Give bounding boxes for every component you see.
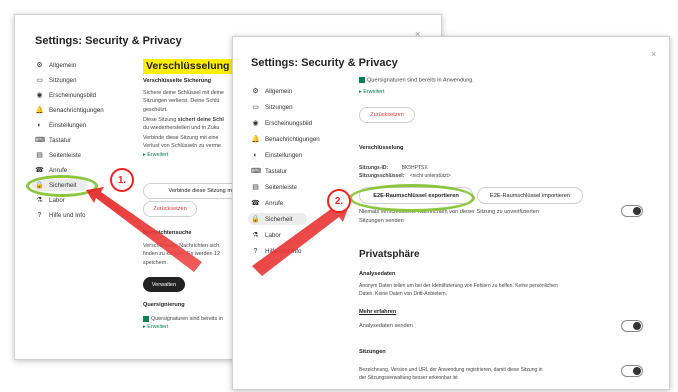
reset-button[interactable]: Zurücksetzen xyxy=(359,107,415,123)
sidebar-icon: ▤ xyxy=(36,152,43,159)
manage-button[interactable]: Verwalten xyxy=(143,277,185,292)
sidebar-icon: ▤ xyxy=(252,184,259,191)
sidebar-item-label: Tastatur xyxy=(49,136,72,144)
sidebar-item-label: Sicherheit xyxy=(265,215,293,223)
gear-icon: ⚙ xyxy=(36,62,43,69)
sidebar-item-erscheinungsbild[interactable]: ◉ Erscheinungsbild xyxy=(251,117,312,129)
eye-icon: ◉ xyxy=(36,92,43,99)
sessions-toggle[interactable] xyxy=(621,365,643,377)
settings-window-front: Settings: Security & Privacy × ⚙ Allgemei… xyxy=(232,36,670,390)
never-send-toggle[interactable] xyxy=(621,205,643,217)
check-icon xyxy=(359,77,365,83)
sessions-icon: ▭ xyxy=(252,104,259,111)
sidebar-item-label: Tastatur xyxy=(265,167,288,175)
flask-icon: ⚗ xyxy=(36,197,43,204)
privacy-heading: Privatsphäre xyxy=(359,249,420,260)
body-text: Daten. Keine Daten von Dritt-Anbietern. xyxy=(359,291,448,297)
sidebar-item-label: Seitenleiste xyxy=(49,151,81,159)
sidebar-item-label: Seitenleiste xyxy=(265,183,297,191)
check-icon xyxy=(143,315,149,322)
send-analytics-label: Analysedaten senden xyxy=(359,323,413,329)
sidebar-item-label: Anrufe xyxy=(265,199,284,207)
sidebar-item-einstellungen[interactable]: ◐ Einstellungen xyxy=(35,119,86,131)
learn-more-link[interactable]: Mehr erfahren xyxy=(359,309,396,315)
page-heading: Verschlüsselung xyxy=(143,59,233,74)
section-title: Verschlüsselung xyxy=(359,145,404,151)
send-analytics-toggle[interactable] xyxy=(621,320,643,332)
sidebar-item-hilfe[interactable]: ? Hilfe und Info xyxy=(251,245,302,257)
phone-icon: ☎ xyxy=(35,167,44,174)
window-title: Settings: Security & Privacy xyxy=(251,57,398,69)
session-id-row: Sitzungs-ID: BK5HPTSX xyxy=(359,165,428,171)
sidebar-item-label: Einstellungen xyxy=(49,121,87,129)
sidebar-item-label: Allgemein xyxy=(49,61,77,69)
sidebar-item-allgemein[interactable]: ⚙ Allgemein xyxy=(251,85,292,97)
advanced-link[interactable]: ▸ Erweitert xyxy=(359,89,384,95)
sidebar-item-label: Anrufe xyxy=(49,166,68,174)
flask-icon: ⚗ xyxy=(252,232,259,239)
sidebar-item-sitzungen[interactable]: ▭ Sitzungen xyxy=(251,101,293,113)
sidebar-item-tastatur[interactable]: ⌨ Tastatur xyxy=(251,165,287,177)
section-title: Analysedaten xyxy=(359,271,396,277)
phone-icon: ☎ xyxy=(251,200,260,207)
sidebar-item-label: Labor xyxy=(265,231,281,239)
keyboard-icon: ⌨ xyxy=(35,137,46,144)
cross-signing-status: Quersignaturen sind bereits in Anwendung… xyxy=(359,77,474,83)
toggle-icon: ◐ xyxy=(37,121,42,129)
sidebar-item-label: Einstellungen xyxy=(265,151,303,159)
window-title: Settings: Security & Privacy xyxy=(35,35,182,47)
lock-icon: 🔒 xyxy=(251,216,260,223)
sidebar-item-label: Hilfe und Info xyxy=(265,247,302,255)
sidebar-item-einstellungen[interactable]: ◐ Einstellungen xyxy=(251,149,302,161)
body-text: der Sitzungsverwaltung besser erkennbar … xyxy=(359,375,458,381)
step-1-badge: 1. xyxy=(110,168,134,192)
import-keys-button[interactable]: E2E-Raumschlüssel importieren xyxy=(477,187,583,204)
never-send-text: Sitzungen senden xyxy=(359,218,404,224)
body-text: Bezeichnung, Version und URL der Anwendu… xyxy=(359,367,543,373)
sidebar-item-label: Labor xyxy=(49,196,65,204)
sidebar-item-anrufe[interactable]: ☎ Anrufe xyxy=(251,197,283,209)
sidebar-item-label: Erscheinungsbild xyxy=(265,119,313,127)
help-icon: ? xyxy=(37,211,42,219)
sidebar-item-label: Sitzungen xyxy=(49,76,77,84)
sidebar-item-benachrichtigungen[interactable]: 🔔 Benachrichtigungen xyxy=(35,104,104,116)
bell-icon: 🔔 xyxy=(251,136,260,143)
sidebar-item-hilfe[interactable]: ? Hilfe und Info xyxy=(35,209,86,221)
step-2-badge: 2. xyxy=(327,189,351,213)
sidebar-item-label: Benachrichtigungen xyxy=(265,135,320,143)
sidebar-item-sitzungen[interactable]: ▭ Sitzungen xyxy=(35,74,77,86)
sidebar-item-label: Benachrichtigungen xyxy=(49,106,104,114)
sidebar-item-seitenleiste[interactable]: ▤ Seitenleiste xyxy=(35,149,81,161)
sidebar-item-allgemein[interactable]: ⚙ Allgemein xyxy=(35,59,76,71)
sidebar-item-benachrichtigungen[interactable]: 🔔 Benachrichtigungen xyxy=(251,133,320,145)
sessions-icon: ▭ xyxy=(36,77,43,84)
sidebar-item-label: Allgemein xyxy=(265,87,293,95)
eye-icon: ◉ xyxy=(252,120,259,127)
toggle-icon: ◐ xyxy=(253,151,258,159)
sidebar-item-label: Sitzungen xyxy=(265,103,293,111)
gear-icon: ⚙ xyxy=(252,88,259,95)
help-icon: ? xyxy=(253,247,258,255)
sidebar-item-seitenleiste[interactable]: ▤ Seitenleiste xyxy=(251,181,297,193)
sidebar-item-sicherheit[interactable]: 🔒 Sicherheit xyxy=(248,213,307,225)
highlight-ring-export xyxy=(349,184,475,212)
reset-button[interactable]: Zurücksetzen xyxy=(143,201,197,217)
sidebar-item-erscheinungsbild[interactable]: ◉ Erscheinungsbild xyxy=(35,89,96,101)
body-text: Anonym Daten teilen um bei der Identifiz… xyxy=(359,283,558,289)
sidebar-item-label: Erscheinungsbild xyxy=(49,91,97,99)
sidebar-item-labor[interactable]: ⚗ Labor xyxy=(251,229,281,241)
section-title: Sitzungen xyxy=(359,349,386,355)
session-key-row: Sitzungsschlüssel: <nicht unterstützt> xyxy=(359,173,451,179)
highlight-ring-security xyxy=(26,175,98,197)
bell-icon: 🔔 xyxy=(35,107,44,114)
sidebar-item-tastatur[interactable]: ⌨ Tastatur xyxy=(35,134,71,146)
close-icon[interactable]: × xyxy=(651,49,656,59)
keyboard-icon: ⌨ xyxy=(251,168,262,175)
sidebar-item-label: Hilfe und Info xyxy=(49,211,86,219)
